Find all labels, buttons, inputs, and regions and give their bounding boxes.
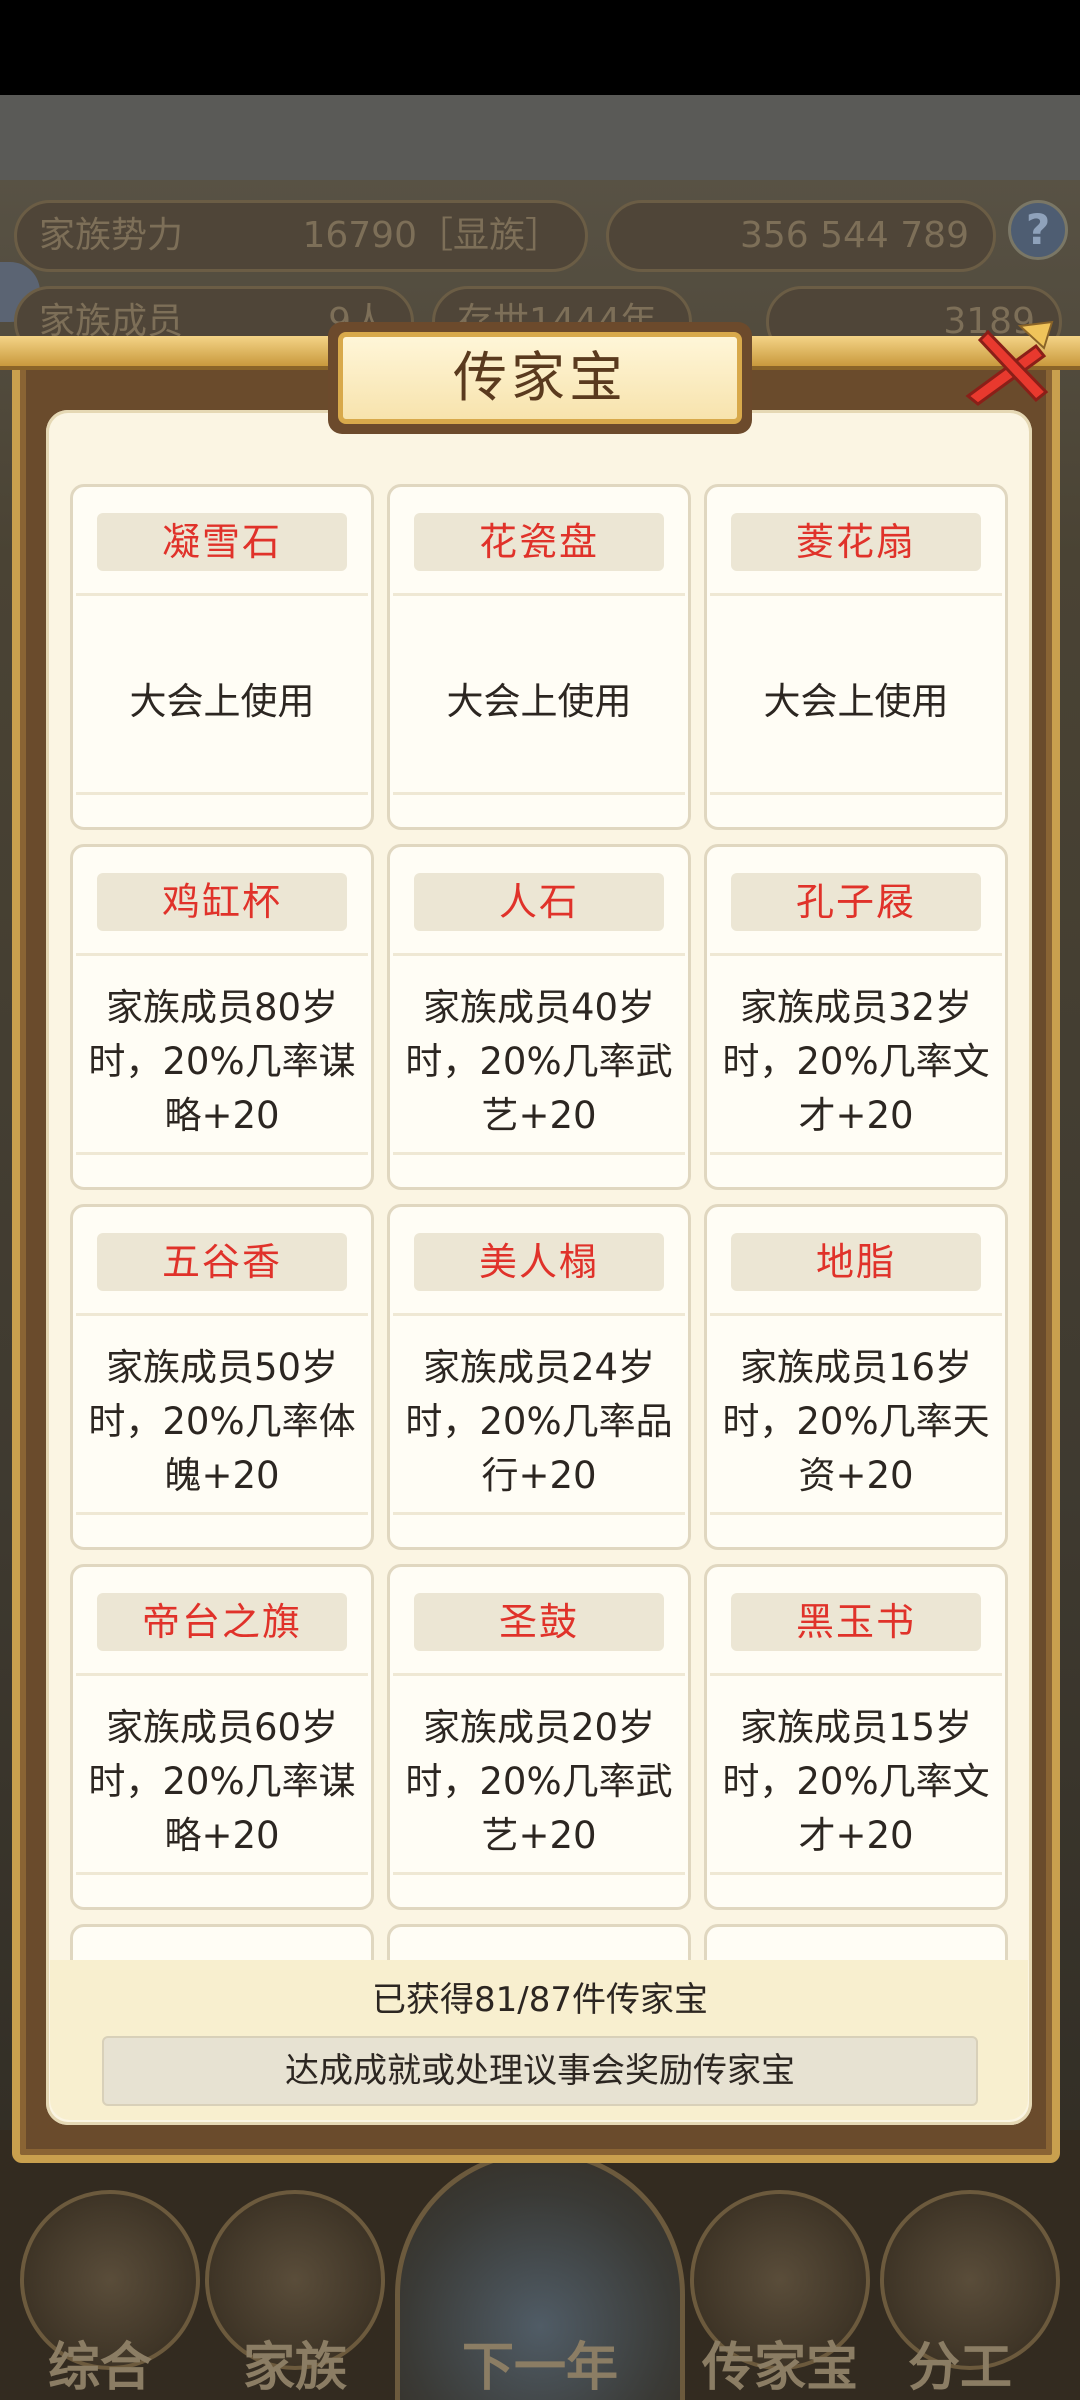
nav-heirloom-label: 传家宝 <box>701 2338 858 2398</box>
heirloom-name: 菱花扇 <box>795 520 916 564</box>
divider <box>393 1152 685 1155</box>
heirloom-desc: 家族成员15岁时，20%几率文才+20 <box>722 1706 990 1857</box>
heirloom-desc: 大会上使用 <box>129 680 315 723</box>
divider <box>76 1313 368 1316</box>
heirloom-card[interactable]: 菱花扇 大会上使用 <box>704 484 1008 830</box>
heirloom-name-box: 黑玉书 <box>731 1593 981 1651</box>
heirloom-name: 凝雪石 <box>161 520 282 564</box>
heirloom-desc: 家族成员20岁时，20%几率武艺+20 <box>405 1706 673 1857</box>
heirloom-name: 地脂 <box>815 1240 896 1284</box>
heirloom-card[interactable]: 美人榻 家族成员24岁时，20%几率品行+20 <box>387 1204 691 1550</box>
help-button[interactable]: ? <box>1008 200 1068 260</box>
divider <box>76 1152 368 1155</box>
nav-division-label: 分工 <box>907 2338 1012 2398</box>
divider <box>710 1872 1002 1875</box>
divider <box>393 792 685 795</box>
divider <box>393 1512 685 1515</box>
heirloom-desc: 家族成员50岁时，20%几率体魄+20 <box>88 1346 356 1497</box>
divider <box>710 593 1002 596</box>
heirloom-name-box: 花瓷盘 <box>414 513 664 571</box>
hint-box: 达成成就或处理议事会奖励传家宝 <box>102 2036 978 2106</box>
heirloom-desc: 大会上使用 <box>763 680 949 723</box>
heirloom-name-box: 圣鼓 <box>414 1593 664 1651</box>
divider <box>393 593 685 596</box>
resources-stat: 356 544 789 <box>606 200 996 272</box>
heirloom-card[interactable]: 五谷香 家族成员50岁时，20%几率体魄+20 <box>70 1204 374 1550</box>
heirloom-card[interactable]: 帝台之旗 家族成员60岁时，20%几率谋略+20 <box>70 1564 374 1910</box>
heirloom-name-box: 鸡缸杯 <box>97 873 347 931</box>
heirloom-count: 已获得81/87件传家宝 <box>372 1980 708 2020</box>
heirloom-name: 人石 <box>498 880 579 924</box>
resources-value: 356 544 789 <box>739 215 969 256</box>
heirloom-grid[interactable]: 凝雪石 大会上使用 花瓷盘 大会上使用 菱花扇 大会上使用 鸡缸杯 家族成员80… <box>70 484 1012 1960</box>
status-bar <box>0 0 1080 95</box>
divider <box>393 953 685 956</box>
heirloom-desc: 家族成员40岁时，20%几率武艺+20 <box>405 986 673 1137</box>
heirloom-card[interactable]: 凝雪石 大会上使用 <box>70 484 374 830</box>
divider <box>76 953 368 956</box>
heirloom-name: 美人榻 <box>478 1240 599 1284</box>
divider <box>393 1313 685 1316</box>
divider <box>710 792 1002 795</box>
heirloom-name-box: 帝台之旗 <box>97 1593 347 1651</box>
close-button[interactable] <box>958 318 1058 418</box>
divider <box>710 953 1002 956</box>
heirloom-name-box: 地脂 <box>731 1233 981 1291</box>
heirloom-name: 圣鼓 <box>498 1600 579 1644</box>
heirloom-card[interactable]: 地脂 家族成员16岁时，20%几率天资+20 <box>704 1204 1008 1550</box>
divider <box>393 1872 685 1875</box>
heirloom-name: 鸡缸杯 <box>161 880 282 924</box>
family-power-stat: 家族势力 16790［显族］ <box>14 200 588 272</box>
heirloom-card[interactable]: 黑玉书 家族成员15岁时，20%几率文才+20 <box>704 1564 1008 1910</box>
dialog-title-plate: 传家宝 <box>328 322 752 434</box>
divider <box>76 1512 368 1515</box>
heirloom-desc: 大会上使用 <box>446 680 632 723</box>
heirloom-card[interactable]: 人石 家族成员40岁时，20%几率武艺+20 <box>387 844 691 1190</box>
heirloom-desc: 家族成员24岁时，20%几率品行+20 <box>405 1346 673 1497</box>
heirloom-name: 花瓷盘 <box>478 520 599 564</box>
heirloom-name-box: 凝雪石 <box>97 513 347 571</box>
heirloom-desc: 家族成员32岁时，20%几率文才+20 <box>722 986 990 1137</box>
heirloom-name-box: 人石 <box>414 873 664 931</box>
divider <box>76 593 368 596</box>
heirloom-desc: 家族成员80岁时，20%几率谋略+20 <box>88 986 356 1137</box>
family-power-value: 16790［显族］ <box>302 215 561 256</box>
divider <box>76 1872 368 1875</box>
heirloom-card-partial[interactable] <box>704 1924 1008 1960</box>
heirloom-card[interactable]: 圣鼓 家族成员20岁时，20%几率武艺+20 <box>387 1564 691 1910</box>
dialog-title: 传家宝 <box>338 332 742 424</box>
heirloom-desc: 家族成员16岁时，20%几率天资+20 <box>722 1346 990 1497</box>
heirloom-card-partial[interactable] <box>387 1924 691 1960</box>
heirloom-name: 黑玉书 <box>795 1600 916 1644</box>
heirloom-card[interactable]: 孔子屐 家族成员32岁时，20%几率文才+20 <box>704 844 1008 1190</box>
close-x-icon <box>965 320 1054 406</box>
divider <box>393 1673 685 1676</box>
heirloom-name-box: 五谷香 <box>97 1233 347 1291</box>
heirloom-name-box: 菱花扇 <box>731 513 981 571</box>
heirloom-desc: 家族成员60岁时，20%几率谋略+20 <box>88 1706 356 1857</box>
nav-next-year-label: 下一年 <box>461 2338 618 2398</box>
heirloom-card[interactable]: 花瓷盘 大会上使用 <box>387 484 691 830</box>
divider <box>710 1152 1002 1155</box>
heirloom-card[interactable]: 鸡缸杯 家族成员80岁时，20%几率谋略+20 <box>70 844 374 1190</box>
heirloom-name-box: 美人榻 <box>414 1233 664 1291</box>
heirloom-name-box: 孔子屐 <box>731 873 981 931</box>
divider <box>76 792 368 795</box>
nav-general-label: 综合 <box>47 2338 152 2398</box>
divider <box>710 1512 1002 1515</box>
divider <box>710 1673 1002 1676</box>
heirloom-name: 五谷香 <box>161 1240 282 1284</box>
family-power-label: 家族势力 <box>39 215 184 256</box>
nav-family-label: 家族 <box>242 2338 347 2398</box>
heirloom-name: 孔子屐 <box>795 880 916 924</box>
heirloom-card-partial[interactable] <box>70 1924 374 1960</box>
divider <box>76 1673 368 1676</box>
heirloom-name: 帝台之旗 <box>141 1600 302 1644</box>
background-top-band <box>0 95 1080 180</box>
divider <box>710 1313 1002 1316</box>
